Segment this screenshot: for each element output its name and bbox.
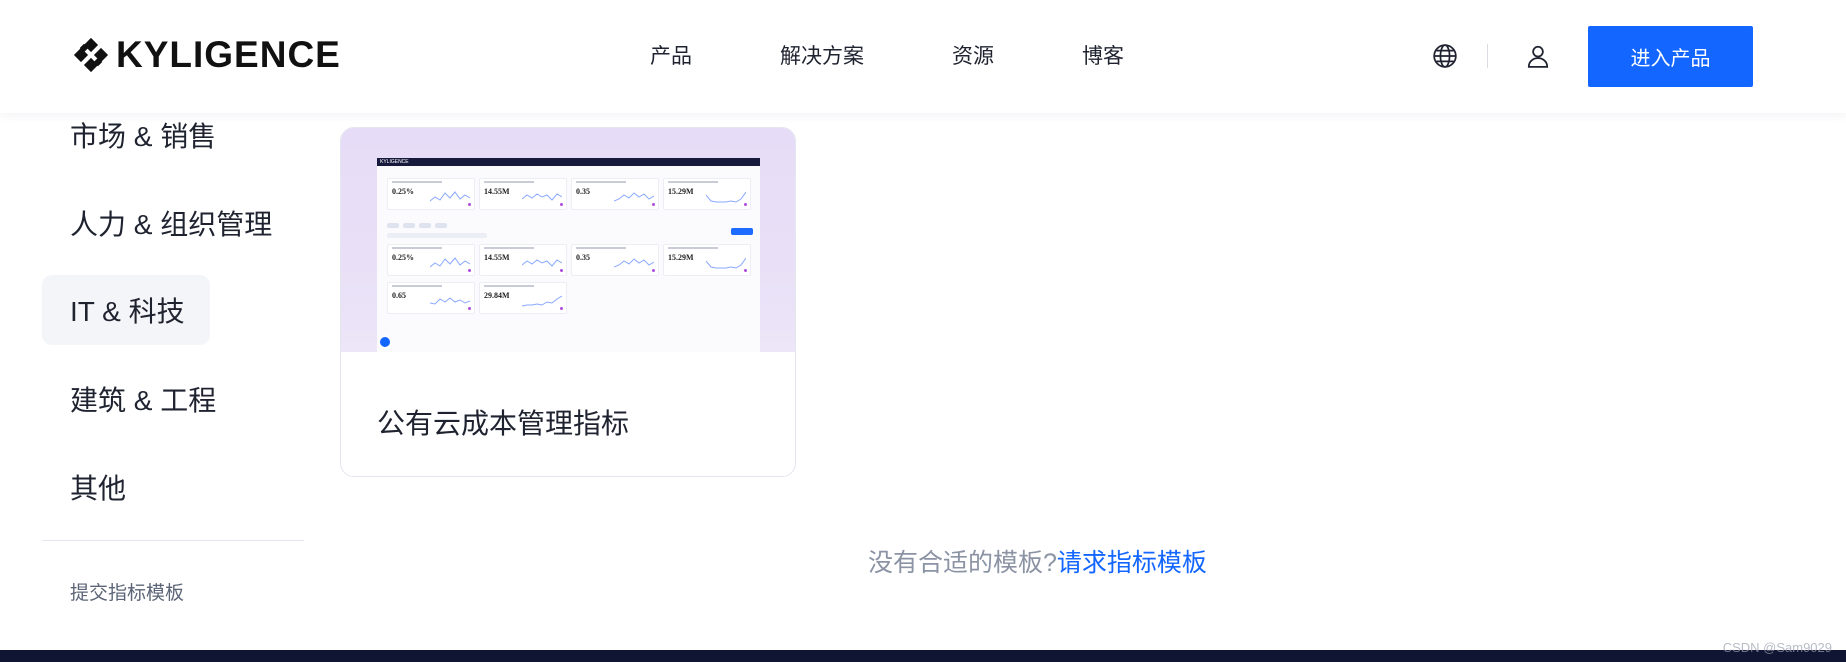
- no-template-text: 没有合适的模板?: [868, 549, 1057, 577]
- preview-filter: [387, 233, 487, 238]
- sidebar-item-hr-org[interactable]: 人力 & 组织管理: [42, 188, 272, 258]
- card-title: 公有云成本管理指标: [377, 408, 630, 439]
- preview-metric-value: 15.29M: [668, 253, 694, 262]
- card-thumbnail: KYLIGENCE 0.25% 14.55M 0.35 15.29M 0.25%…: [341, 128, 795, 352]
- preview-metric-card: 0.35: [571, 178, 659, 210]
- preview-metric-card: 15.29M: [663, 244, 751, 276]
- request-template-link[interactable]: 请求指标模板: [1057, 549, 1207, 577]
- preview-action-button: [731, 228, 753, 235]
- template-card[interactable]: KYLIGENCE 0.25% 14.55M 0.35 15.29M 0.25%…: [340, 127, 796, 477]
- preview-metric-value: 14.55M: [484, 253, 510, 262]
- dashboard-preview-image: KYLIGENCE 0.25% 14.55M 0.35 15.29M 0.25%…: [377, 158, 760, 352]
- preview-metric-card: 0.35: [571, 244, 659, 276]
- logo-mark-icon: [72, 36, 110, 74]
- top-header: KYLIGENCE 产品 解决方案 资源 博客 进入产品: [0, 0, 1846, 113]
- preview-metric-card: 0.65: [387, 282, 475, 314]
- preview-tab: [387, 223, 399, 228]
- user-icon[interactable]: [1525, 43, 1551, 69]
- preview-topbar: KYLIGENCE: [377, 158, 760, 166]
- nav-item-resources[interactable]: 资源: [952, 40, 994, 70]
- header-divider: [1487, 44, 1488, 68]
- nav-item-product[interactable]: 产品: [650, 40, 692, 70]
- request-template-line: 没有合适的模板?请求指标模板: [868, 543, 1207, 579]
- preview-brand: KYLIGENCE: [380, 159, 409, 165]
- preview-metric-value: 15.29M: [668, 187, 694, 196]
- sidebar-item-other[interactable]: 其他: [42, 452, 126, 522]
- logo-text: KYLIGENCE: [116, 34, 341, 75]
- nav-item-solutions[interactable]: 解决方案: [780, 40, 864, 70]
- brand-logo[interactable]: KYLIGENCE: [72, 34, 341, 76]
- sidebar-item-it-tech[interactable]: IT & 科技: [42, 275, 210, 345]
- preview-metric-value: 0.35: [576, 253, 590, 262]
- chat-bubble-icon: [378, 335, 392, 349]
- preview-metric-value: 0.25%: [392, 253, 414, 262]
- preview-metric-value: 14.55M: [484, 187, 510, 196]
- preview-metric-card: 0.25%: [387, 178, 475, 210]
- sidebar-item-construction[interactable]: 建筑 & 工程: [42, 364, 216, 434]
- preview-metric-card: 14.55M: [479, 244, 567, 276]
- sidebar-divider: [42, 540, 304, 541]
- preview-metric-value: 0.65: [392, 291, 406, 300]
- preview-metric-value: 0.35: [576, 187, 590, 196]
- globe-icon[interactable]: [1432, 43, 1458, 69]
- nav-item-blog[interactable]: 博客: [1082, 40, 1124, 70]
- watermark-text: CSDN @Sam9029: [1722, 640, 1832, 655]
- preview-tab: [435, 223, 447, 228]
- submit-template-link[interactable]: 提交指标模板: [70, 578, 184, 605]
- preview-tab: [403, 223, 415, 228]
- preview-metric-card: 15.29M: [663, 178, 751, 210]
- preview-metric-value: 29.84M: [484, 291, 510, 300]
- preview-tab: [419, 223, 431, 228]
- enter-product-button[interactable]: 进入产品: [1588, 26, 1753, 87]
- preview-metric-card: 14.55M: [479, 178, 567, 210]
- preview-metric-card: 29.84M: [479, 282, 567, 314]
- main-nav: 产品 解决方案 资源 博客: [650, 40, 1212, 70]
- page-footer: [0, 650, 1846, 662]
- preview-metric-card: 0.25%: [387, 244, 475, 276]
- preview-metric-value: 0.25%: [392, 187, 414, 196]
